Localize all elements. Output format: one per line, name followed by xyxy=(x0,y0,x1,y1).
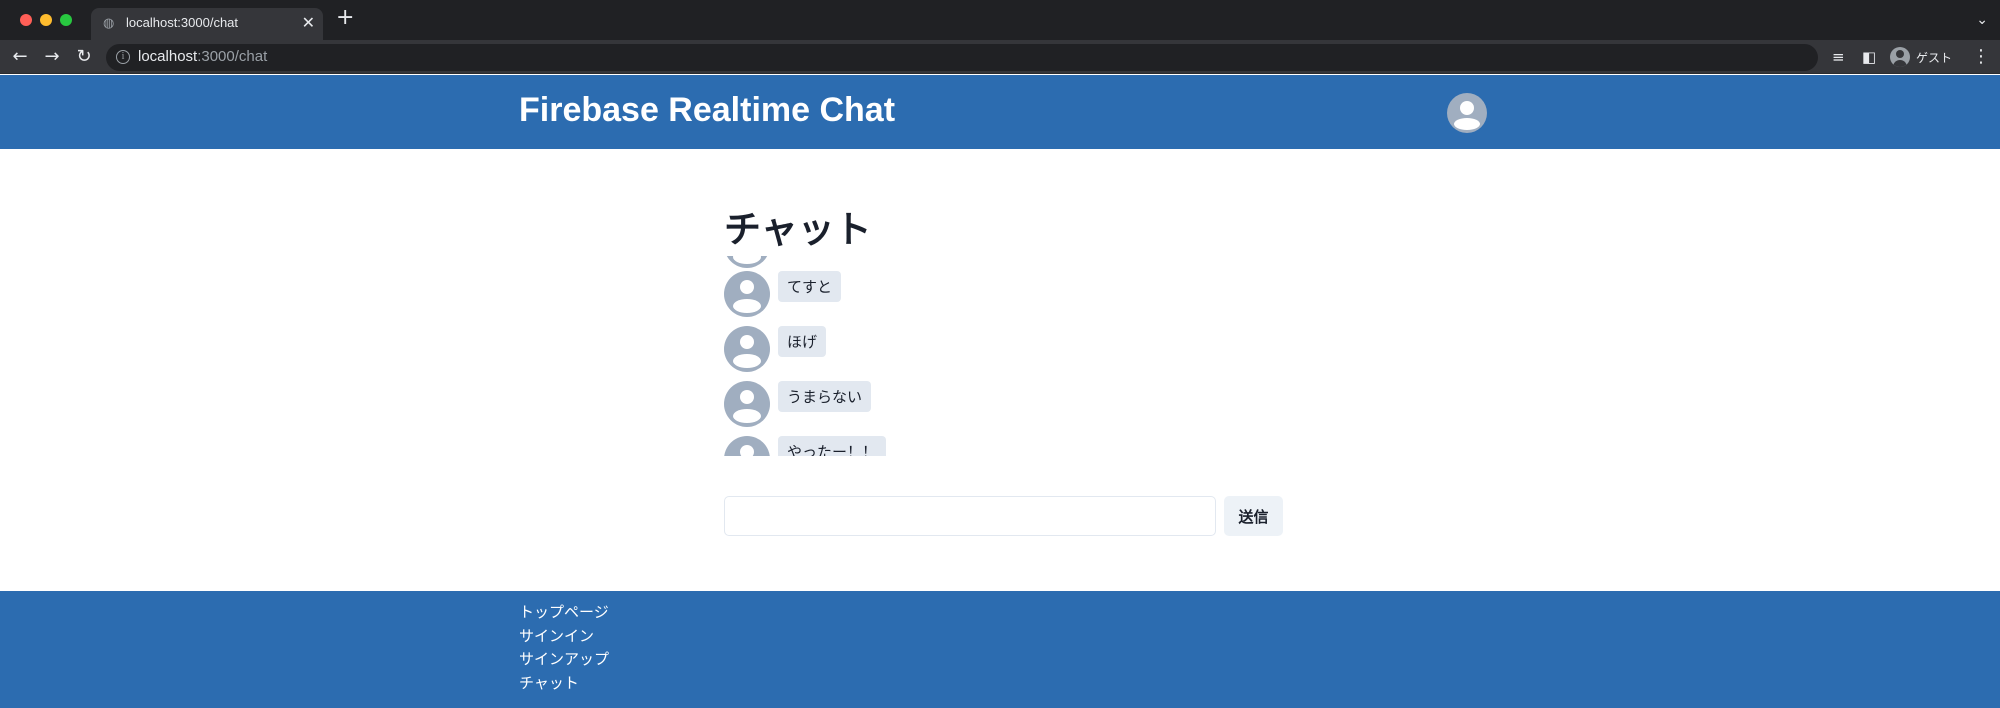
maximize-window-button[interactable] xyxy=(60,14,72,26)
address-bar[interactable]: i localhost:3000/chat xyxy=(106,44,1818,71)
user-avatar-icon xyxy=(724,271,770,317)
user-avatar-icon xyxy=(724,256,770,268)
url-host: localhost xyxy=(138,48,198,65)
new-tab-icon[interactable]: + xyxy=(336,7,354,29)
url-path: :3000/chat xyxy=(197,48,268,65)
user-avatar-icon xyxy=(724,326,770,372)
message-bubble: てすと xyxy=(778,271,842,302)
footer-link-signup[interactable]: サインアップ xyxy=(519,648,609,672)
list-item: てすと xyxy=(724,271,1284,317)
send-button[interactable]: 送信 xyxy=(1224,496,1283,536)
browser-tab-bar: ◍ localhost:3000/chat ✕ + ⌄ xyxy=(0,0,2000,40)
close-tab-icon[interactable]: ✕ xyxy=(302,13,315,32)
browser-toolbar: ← → ↻ i localhost:3000/chat ≡ ◧ ゲスト ⋮ xyxy=(0,40,2000,74)
footer-link-signin[interactable]: サインイン xyxy=(519,625,609,649)
footer-link-chat[interactable]: チャット xyxy=(519,672,609,696)
message-bubble: うまらない xyxy=(778,381,872,412)
tab-title: localhost:3000/chat xyxy=(126,15,239,30)
user-avatar-icon[interactable] xyxy=(1447,93,1487,133)
profile-avatar-icon xyxy=(1890,47,1910,67)
url-text: localhost:3000/chat xyxy=(138,48,267,65)
reload-icon[interactable]: ↻ xyxy=(72,45,96,69)
footer-nav: トップページ サインイン サインアップ チャット xyxy=(519,601,609,695)
side-panel-icon[interactable]: ◧ xyxy=(1862,48,1876,66)
user-avatar-icon xyxy=(724,436,770,456)
minimize-window-button[interactable] xyxy=(40,14,52,26)
page-title: チャット xyxy=(724,208,872,251)
list-item: ほげ xyxy=(724,326,1284,372)
profile-name: ゲスト xyxy=(1916,50,1953,65)
reading-list-icon[interactable]: ≡ xyxy=(1832,48,1845,66)
message-form: 送信 xyxy=(724,496,1284,536)
message-bubble: やったー！！ xyxy=(778,436,887,456)
profile-button[interactable]: ゲスト xyxy=(1886,44,1960,70)
globe-icon: ◍ xyxy=(103,16,115,31)
site-info-icon[interactable]: i xyxy=(116,50,130,64)
list-item: うまらない xyxy=(724,381,1284,427)
list-item: やったー！！ xyxy=(724,436,1284,456)
back-arrow-icon[interactable]: ← xyxy=(8,45,32,69)
site-header: Firebase Realtime Chat xyxy=(0,75,2000,149)
message-list[interactable]: てすと ほげ うまらない やったー！！ xyxy=(724,256,1284,456)
close-window-button[interactable] xyxy=(20,14,32,26)
message-bubble: ほげ xyxy=(778,326,827,357)
site-footer: トップページ サインイン サインアップ チャット xyxy=(0,591,2000,708)
page: Firebase Realtime Chat チャット てすと ほげ うまらない xyxy=(0,75,2000,708)
browser-tab[interactable]: ◍ localhost:3000/chat ✕ xyxy=(91,8,323,40)
tab-list-chevron-icon[interactable]: ⌄ xyxy=(1976,12,1988,28)
browser-menu-icon[interactable]: ⋮ xyxy=(1972,46,1990,67)
forward-arrow-icon[interactable]: → xyxy=(40,45,64,69)
brand-title[interactable]: Firebase Realtime Chat xyxy=(519,91,895,130)
user-avatar-icon xyxy=(724,381,770,427)
footer-link-top[interactable]: トップページ xyxy=(519,601,609,625)
chat-main: チャット てすと ほげ うまらない やったー！！ 送信 xyxy=(724,149,1284,536)
message-input[interactable] xyxy=(724,496,1216,536)
